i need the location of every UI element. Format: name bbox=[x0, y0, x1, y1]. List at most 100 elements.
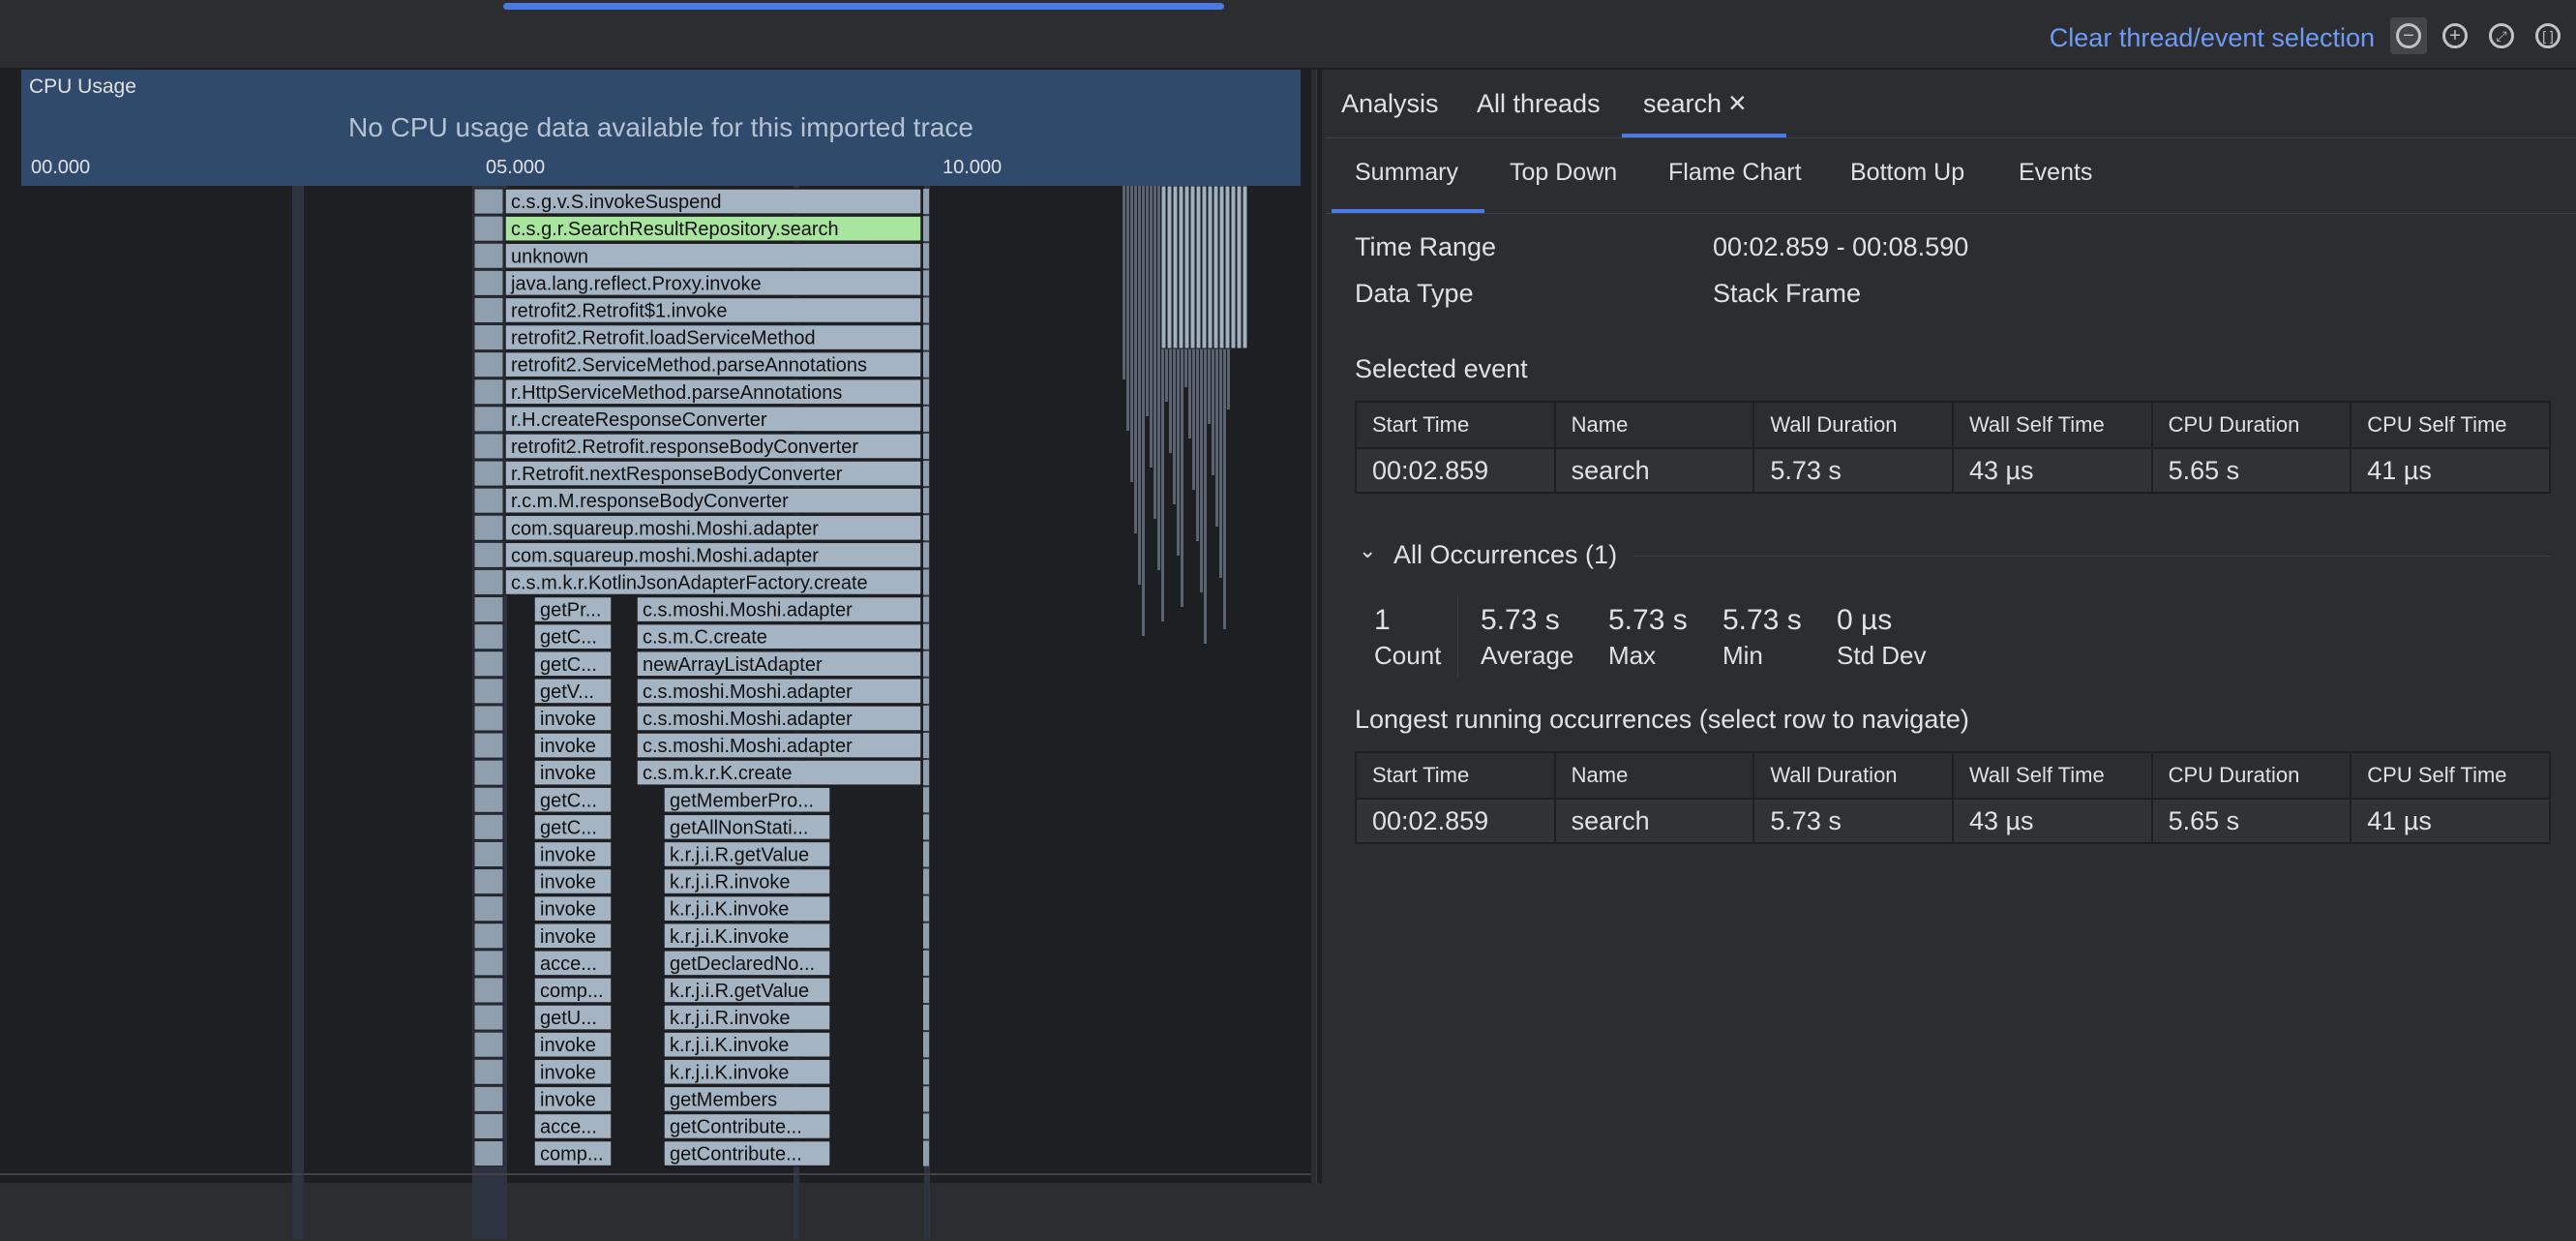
flame-frame[interactable]: getContribute... bbox=[663, 1139, 831, 1167]
reset-zoom-icon[interactable]: ⤢ bbox=[2489, 23, 2514, 48]
flame-frame[interactable]: c.s.moshi.Moshi.adapter bbox=[636, 595, 922, 623]
flame-frame[interactable]: invoke bbox=[533, 1058, 613, 1086]
flame-frame[interactable]: retrofit2.Retrofit$1.invoke bbox=[504, 296, 922, 324]
flame-frame[interactable]: acce... bbox=[533, 1112, 613, 1140]
flame-frame[interactable]: getC... bbox=[533, 622, 613, 651]
table-row[interactable]: 00:02.859 search 5.73 s 43 µs 5.65 s 41 … bbox=[1355, 798, 2551, 844]
column-header[interactable]: CPU Duration bbox=[2150, 401, 2352, 449]
flame-frame[interactable]: c.s.moshi.Moshi.adapter bbox=[636, 678, 922, 705]
flame-frame[interactable]: getPr... bbox=[533, 595, 613, 623]
flame-frame[interactable]: invoke bbox=[533, 1031, 613, 1058]
subtab-summary[interactable]: Summary bbox=[1355, 159, 1458, 187]
table-cell: search bbox=[1553, 798, 1755, 844]
flame-chart[interactable]: c.s.g.v.S.invokeSuspend c.s.g.r.SearchRes… bbox=[0, 186, 1311, 1241]
flame-frame[interactable]: invoke bbox=[533, 705, 613, 732]
flame-frame[interactable]: unknown bbox=[504, 242, 922, 270]
flame-frame[interactable]: invoke bbox=[533, 922, 613, 950]
flame-frame[interactable]: getMembers bbox=[663, 1085, 831, 1113]
table-row[interactable]: 00:02.859 search 5.73 s 43 µs 5.65 s 41 … bbox=[1355, 447, 2551, 494]
flame-frame[interactable]: k.r.j.i.K.invoke bbox=[663, 1058, 831, 1086]
flame-frame[interactable]: c.s.moshi.Moshi.adapter bbox=[636, 705, 922, 732]
flame-frame[interactable]: getC... bbox=[533, 813, 613, 841]
column-header[interactable]: Name bbox=[1553, 401, 1755, 449]
horizontal-scrollbar[interactable] bbox=[503, 3, 1224, 10]
flame-frame[interactable]: acce... bbox=[533, 950, 613, 977]
flame-frame-label: getMemberPro... bbox=[670, 790, 814, 811]
flame-frame[interactable]: c.s.m.k.r.K.create bbox=[636, 759, 922, 786]
all-occurrences-title[interactable]: All Occurrences (1) bbox=[1393, 540, 1617, 570]
flame-frame[interactable]: getAllNonStati... bbox=[663, 813, 831, 841]
flame-frame[interactable]: k.r.j.i.R.getValue bbox=[663, 977, 831, 1004]
flame-frame-label: invoke bbox=[540, 845, 596, 866]
flame-frame[interactable]: getMemberPro... bbox=[663, 786, 831, 814]
flame-frame-sliver bbox=[923, 1140, 929, 1166]
flame-frame[interactable]: k.r.j.i.R.invoke bbox=[663, 1004, 831, 1031]
flame-frame[interactable]: comp... bbox=[533, 1139, 613, 1167]
flame-frame[interactable]: r.Retrofit.nextResponseBodyConverter bbox=[504, 460, 922, 487]
clear-selection-link[interactable]: Clear thread/event selection bbox=[2050, 23, 2375, 53]
column-header[interactable]: Wall Duration bbox=[1752, 751, 1954, 800]
flame-frame[interactable]: k.r.j.i.K.invoke bbox=[663, 922, 831, 950]
flame-frame[interactable]: retrofit2.Retrofit.responseBodyConverter bbox=[504, 433, 922, 460]
panel-splitter[interactable] bbox=[1316, 70, 1322, 1183]
flame-frame[interactable]: k.r.j.i.K.invoke bbox=[663, 1031, 831, 1058]
subtab-bottom-up[interactable]: Bottom Up bbox=[1850, 159, 1964, 187]
zoom-in-icon[interactable]: + bbox=[2442, 23, 2468, 48]
flame-frame[interactable]: k.r.j.i.R.getValue bbox=[663, 840, 831, 868]
column-header[interactable]: Wall Duration bbox=[1752, 401, 1954, 449]
subtab-events[interactable]: Events bbox=[2019, 159, 2092, 187]
flame-frame[interactable]: c.s.g.r.SearchResultRepository.search bbox=[504, 215, 922, 242]
subtab-flame-chart[interactable]: Flame Chart bbox=[1668, 159, 1802, 187]
zoom-to-selection-icon[interactable]: [ ] bbox=[2535, 23, 2561, 48]
flame-frame[interactable]: getV... bbox=[533, 678, 613, 705]
flame-frame[interactable]: invoke bbox=[533, 732, 613, 759]
column-header[interactable]: Wall Self Time bbox=[1951, 751, 2153, 800]
flame-frame[interactable]: comp... bbox=[533, 977, 613, 1004]
flame-frame[interactable]: c.s.moshi.Moshi.adapter bbox=[636, 732, 922, 759]
flame-frame[interactable]: r.H.createResponseConverter bbox=[504, 406, 922, 433]
flame-frame[interactable]: invoke bbox=[533, 759, 613, 786]
flame-frame-sliver bbox=[923, 678, 929, 704]
flame-frame[interactable]: c.s.g.v.S.invokeSuspend bbox=[504, 188, 922, 215]
column-header[interactable]: CPU Self Time bbox=[2350, 401, 2551, 449]
flame-frame[interactable]: invoke bbox=[533, 867, 613, 895]
flame-frame[interactable]: c.s.m.k.r.KotlinJsonAdapterFactory.creat… bbox=[504, 568, 922, 596]
flame-frame[interactable]: retrofit2.Retrofit.loadServiceMethod bbox=[504, 323, 922, 351]
flame-frame-sliver bbox=[473, 269, 504, 296]
flame-frame-sliver bbox=[473, 977, 504, 1004]
subtab-top-down[interactable]: Top Down bbox=[1510, 159, 1617, 187]
column-header[interactable]: Wall Self Time bbox=[1951, 401, 2153, 449]
flame-frame[interactable]: getU... bbox=[533, 1004, 613, 1031]
flame-frame[interactable]: k.r.j.i.K.invoke bbox=[663, 894, 831, 923]
stat-average-value: 5.73 s bbox=[1481, 604, 1560, 636]
flame-frame[interactable]: r.HttpServiceMethod.parseAnnotations bbox=[504, 378, 922, 406]
close-tab-icon[interactable]: × bbox=[1728, 85, 1747, 121]
tab-analysis[interactable]: Analysis bbox=[1341, 89, 1439, 119]
flame-frame-label: c.s.g.r.SearchResultRepository.search bbox=[511, 219, 839, 240]
column-header[interactable]: Start Time bbox=[1355, 401, 1556, 449]
flame-frame[interactable]: com.squareup.moshi.Moshi.adapter bbox=[504, 541, 922, 569]
flame-frame[interactable]: getC... bbox=[533, 650, 613, 678]
flame-frame[interactable]: getDeclaredNo... bbox=[663, 950, 831, 977]
column-header[interactable]: Start Time bbox=[1355, 751, 1556, 800]
zoom-out-icon[interactable]: − bbox=[2396, 23, 2421, 48]
flame-frame[interactable]: java.lang.reflect.Proxy.invoke bbox=[504, 269, 922, 297]
flame-frame[interactable]: getContribute... bbox=[663, 1112, 831, 1140]
column-header[interactable]: Name bbox=[1553, 751, 1755, 800]
flame-frame[interactable]: invoke bbox=[533, 840, 613, 868]
flame-frame[interactable]: invoke bbox=[533, 1085, 613, 1113]
flame-frame[interactable]: getC... bbox=[533, 786, 613, 814]
chevron-down-icon[interactable]: ⌄ bbox=[1359, 538, 1376, 563]
flame-frame[interactable]: retrofit2.ServiceMethod.parseAnnotations bbox=[504, 350, 922, 378]
flame-frame[interactable]: c.s.m.C.create bbox=[636, 622, 922, 651]
column-header[interactable]: CPU Duration bbox=[2150, 751, 2352, 800]
flame-frame[interactable]: newArrayListAdapter bbox=[636, 650, 922, 678]
tab-all-threads[interactable]: All threads bbox=[1477, 89, 1601, 119]
flame-frame[interactable]: k.r.j.i.R.invoke bbox=[663, 867, 831, 895]
flame-frame[interactable]: invoke bbox=[533, 894, 613, 923]
column-header[interactable]: CPU Self Time bbox=[2350, 751, 2551, 800]
tab-search[interactable]: search bbox=[1643, 89, 1722, 119]
flame-frame[interactable]: r.c.m.M.responseBodyConverter bbox=[504, 487, 922, 514]
flame-frame-sliver bbox=[473, 651, 504, 678]
flame-frame[interactable]: com.squareup.moshi.Moshi.adapter bbox=[504, 514, 922, 542]
